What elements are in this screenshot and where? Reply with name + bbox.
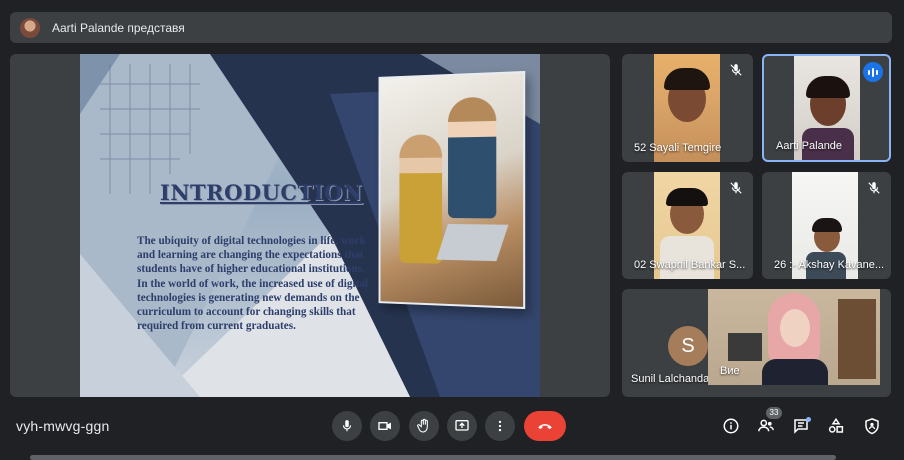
participant-tile[interactable]: 26 :- Akshay Kavane... [762, 172, 891, 279]
slide-paragraph: In the world of work, the increased use … [137, 277, 368, 333]
meeting-details-button[interactable] [721, 416, 741, 436]
participant-tile[interactable]: 52 Sayali Temgire [622, 54, 753, 162]
presenter-banner: Aarti Palande представя [10, 12, 892, 43]
participant-tile-group[interactable]: S Sunil Lalchandani Вие [622, 289, 891, 397]
slide-paragraph: The ubiquity of digital technologies in … [137, 235, 366, 276]
host-controls-icon [865, 418, 879, 435]
camera-button[interactable] [370, 411, 400, 441]
activities-button[interactable] [826, 416, 846, 436]
photo-person [448, 96, 497, 219]
hand-icon [417, 418, 428, 433]
presentation-slide: INTRODUCTION The ubiquity of digital tec… [80, 54, 540, 397]
activities-icon [828, 417, 844, 433]
camera-icon [378, 422, 391, 430]
participant-name: Sunil Lalchandani [631, 373, 718, 385]
end-call-button[interactable] [524, 411, 566, 441]
meeting-code: vyh-mwvg-ggn [16, 418, 110, 434]
presentation-stage[interactable]: INTRODUCTION The ubiquity of digital tec… [10, 54, 610, 397]
horizontal-scrollbar[interactable] [30, 455, 836, 460]
mic-off-icon [730, 182, 742, 194]
participant-avatar: S [668, 326, 708, 366]
speaking-indicator-icon [863, 62, 883, 82]
present-icon [455, 420, 469, 431]
mic-off-icon [868, 182, 880, 194]
participant-name: 02 Swapnil Bankar S... [634, 259, 746, 271]
people-icon [758, 419, 774, 432]
people-button[interactable] [756, 416, 776, 436]
chat-notification-dot [806, 417, 811, 422]
slide-title: INTRODUCTION [160, 180, 363, 205]
slide-body-text: The ubiquity of digital technologies in … [137, 234, 377, 333]
participant-tile[interactable]: 02 Swapnil Bankar S... [622, 172, 753, 279]
participant-name: Aarti Palande [776, 140, 843, 152]
self-view-label: Вие [720, 365, 740, 377]
more-options-button[interactable] [485, 411, 515, 441]
host-controls-button[interactable] [862, 416, 882, 436]
more-vert-icon [498, 420, 502, 432]
participant-name: 52 Sayali Temgire [634, 142, 722, 154]
mic-button[interactable] [332, 411, 362, 441]
present-button[interactable] [447, 411, 477, 441]
presenter-avatar [20, 17, 40, 38]
meeting-toolbar: vyh-mwvg-ggn 33 [0, 404, 904, 450]
people-count-badge: 33 [766, 407, 782, 419]
participant-tile-active-speaker[interactable]: Aarti Palande [762, 54, 891, 162]
raise-hand-button[interactable] [409, 411, 439, 441]
presenter-label: Aarti Palande представя [52, 20, 185, 35]
slide-photo [378, 70, 526, 310]
participant-name: 26 :- Akshay Kavane... [774, 259, 885, 271]
photo-person [399, 134, 443, 264]
info-icon [723, 418, 739, 434]
photo-laptop [436, 223, 509, 262]
mic-off-icon [730, 64, 742, 76]
mic-icon [342, 420, 352, 432]
call-end-icon [538, 424, 552, 429]
